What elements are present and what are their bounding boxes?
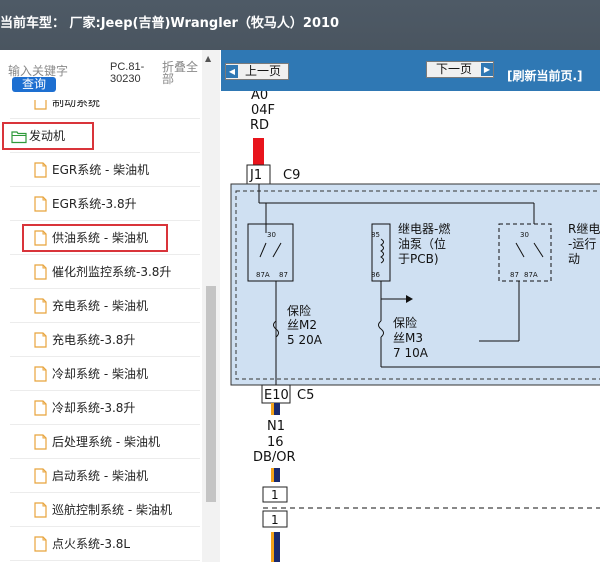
document-icon	[34, 162, 47, 178]
highlight-box	[2, 122, 94, 150]
fuse-m3-label-1: 保险	[393, 315, 417, 330]
document-icon	[34, 434, 47, 450]
relay-label-3: 于PCB)	[398, 252, 439, 266]
connector-e10-label: E10	[264, 388, 289, 403]
tree-file-item[interactable]: 点火系统-3.8L	[0, 527, 202, 561]
document-icon	[34, 400, 47, 416]
document-icon	[34, 100, 47, 110]
connector-c5-label: C5	[297, 388, 314, 403]
current-vehicle-title: 当前车型： 厂家:Jeep(吉普)Wrangler（牧马人）2010	[0, 16, 340, 31]
document-icon	[34, 264, 47, 280]
connector-1-bottom-label: 1	[271, 513, 279, 527]
relay-r-pin87: 87	[510, 271, 519, 279]
relay-label-2: 油泵（位	[398, 236, 446, 251]
wire-label-top-2: 04F	[251, 103, 275, 118]
fuse-m2-label-1: 保险	[287, 303, 311, 318]
title-bar: 当前车型： 厂家:Jeep(吉普)Wrangler（牧马人）2010	[0, 0, 600, 50]
tree-file-item[interactable]: 催化剂监控系统-3.8升	[0, 255, 202, 289]
page-nav-bar: ◀ 上一页 下一页 ▶ [刷新当前页.]	[221, 50, 600, 91]
tree-file-item[interactable]: 充电系统-3.8升	[0, 323, 202, 357]
r-relay-label-3: 动	[568, 252, 580, 266]
relay-a-pin87a: 87A	[256, 271, 270, 279]
fuse-m2-label-2: 丝M2	[287, 318, 317, 332]
document-icon	[34, 366, 47, 382]
tree-file-item[interactable]: 后处理系统 - 柴油机	[0, 425, 202, 459]
fuse-m3-label-3: 7 10A	[393, 346, 429, 360]
tree-file-item[interactable]: 充电系统 - 柴油机	[0, 289, 202, 323]
left-navigation-panel: 查询 PC.81-30230 折叠全部 制动系统发动机EGR系统 - 柴油机EG…	[0, 50, 220, 562]
wire-label-top-3: RD	[250, 118, 269, 133]
wire-label-bottom-1: N1	[267, 419, 285, 434]
tree-file-item[interactable]: 启动系统 - 柴油机	[0, 459, 202, 493]
collapse-all-link[interactable]: 折叠全部	[162, 61, 204, 85]
right-arrow-icon: ▶	[481, 63, 493, 76]
tree-item-label: 冷却系统 - 柴油机	[52, 367, 148, 381]
connector-j1-label: J1	[249, 168, 262, 183]
document-icon	[34, 502, 47, 518]
document-icon	[34, 196, 47, 212]
r-relay-label-2: -运行	[568, 237, 596, 251]
tree-file-item[interactable]: EGR系统-3.8升	[0, 187, 202, 221]
tree-item-label: 制动系统	[52, 100, 101, 109]
left-arrow-icon: ◀	[226, 65, 238, 78]
refresh-current-page-link[interactable]: [刷新当前页.]	[507, 67, 583, 84]
wire-label-top-1: A0	[251, 91, 268, 103]
wire-label-bottom-2: 16	[267, 435, 284, 450]
red-wire	[253, 138, 264, 165]
fuse-m3-label-2: 丝M3	[393, 331, 423, 345]
connector-c9-label: C9	[283, 168, 300, 183]
tree-item-label: 点火系统-3.8L	[52, 537, 131, 551]
tree-file-item[interactable]: 制动系统	[0, 100, 202, 119]
relay-a-pin87: 87	[279, 271, 288, 279]
prev-page-label: 上一页	[244, 64, 281, 78]
prev-page-button[interactable]: ◀ 上一页	[225, 63, 289, 80]
query-button[interactable]: 查询	[12, 77, 56, 92]
connector-1-top-label: 1	[271, 488, 279, 502]
document-icon	[34, 332, 47, 348]
tree-item-label: 充电系统-3.8升	[52, 333, 136, 347]
diagram-panel: ◀ 上一页 下一页 ▶ [刷新当前页.] A0 04F RD J1 C9 30 …	[221, 50, 600, 562]
search-area: 查询 PC.81-30230 折叠全部	[0, 50, 202, 100]
relay-pin86: 86	[371, 271, 380, 279]
next-page-label: 下一页	[435, 62, 472, 76]
tree-item-label: EGR系统-3.8升	[52, 197, 137, 211]
fuse-m2-label-3: 5 20A	[287, 333, 323, 347]
next-page-button[interactable]: 下一页 ▶	[426, 61, 494, 78]
relay-label-1: 继电器-燃	[398, 221, 450, 236]
scrollbar-thumb[interactable]	[206, 286, 216, 502]
tree-scrollbar[interactable]: ▲	[202, 50, 220, 562]
r-relay-label-1: R继电	[568, 222, 600, 236]
tree-file-item[interactable]: 冷却系统-3.8升	[0, 391, 202, 425]
document-icon	[34, 298, 47, 314]
tree-item-label: EGR系统 - 柴油机	[52, 163, 150, 177]
tree-file-item[interactable]: 巡航控制系统 - 柴油机	[0, 493, 202, 527]
relay-r-pin30: 30	[520, 231, 529, 239]
tree-item-label: 后处理系统 - 柴油机	[52, 435, 160, 449]
document-icon	[34, 536, 47, 552]
document-icon	[34, 468, 47, 484]
document-code: PC.81-30230	[110, 61, 145, 85]
tree-item-label: 启动系统 - 柴油机	[52, 469, 148, 483]
tree-file-item[interactable]: EGR系统 - 柴油机	[0, 153, 202, 187]
relay-r-pin87a: 87A	[524, 271, 538, 279]
wiring-diagram: A0 04F RD J1 C9 30 87A 87 85 86 继电器-燃 油泵…	[230, 91, 600, 562]
tree-item-label: 巡航控制系统 - 柴油机	[52, 503, 172, 517]
relay-pin85: 85	[371, 231, 380, 239]
tree-file-item[interactable]: 冷却系统 - 柴油机	[0, 357, 202, 391]
scroll-up-icon[interactable]: ▲	[205, 54, 211, 63]
tree-item-label: 充电系统 - 柴油机	[52, 299, 148, 313]
system-tree: 制动系统 发动机 EGR系统 - 柴油机 EGR系统-3.8升 供油系统 - 柴油机 催化…	[0, 100, 202, 562]
tree-item-label: 催化剂监控系统-3.8升	[52, 265, 172, 279]
wire-label-bottom-3: DB/OR	[253, 450, 296, 465]
highlight-box	[22, 224, 168, 252]
tree-item-label: 冷却系统-3.8升	[52, 401, 136, 415]
relay-a-pin30: 30	[267, 231, 276, 239]
